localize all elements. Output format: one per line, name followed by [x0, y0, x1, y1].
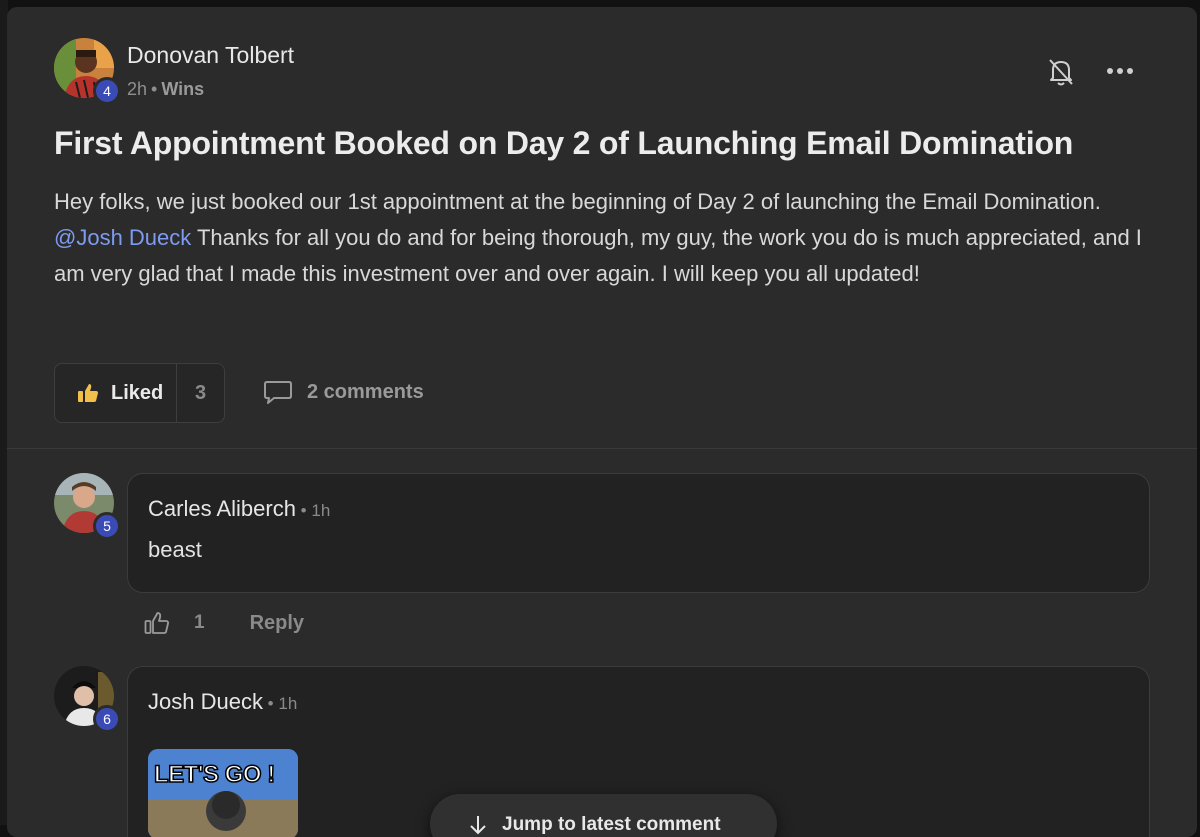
comment-time-separator: •: [295, 501, 312, 520]
like-count[interactable]: 3: [177, 382, 224, 405]
level-badge: 5: [93, 512, 121, 540]
level-badge: 4: [93, 77, 121, 105]
arrow-down-icon: [470, 816, 486, 835]
jump-to-latest-button[interactable]: Jump to latest comment: [430, 794, 777, 837]
level-badge: 6: [93, 705, 121, 733]
comment-text: beast: [148, 537, 202, 562]
like-button[interactable]: Liked: [55, 364, 177, 422]
post-time: 2h: [127, 79, 148, 99]
comment-bubble: Carles Aliberch • 1h beast: [127, 473, 1150, 593]
comment-author-name[interactable]: Carles Aliberch: [148, 496, 296, 521]
gif-caption: LET'S GO !: [153, 760, 276, 789]
post-body-text-continued: Thanks for all you do and for being thor…: [54, 225, 1142, 286]
mention-link[interactable]: @Josh Dueck: [54, 225, 191, 250]
comment-author: Josh Dueck • 1h: [148, 689, 297, 715]
reply-button[interactable]: Reply: [250, 612, 304, 635]
post-body: Hey folks, we just booked our 1st appoin…: [54, 184, 1149, 292]
gif-attachment[interactable]: LET'S GO !: [148, 749, 298, 837]
comments-count-label: 2 comments: [307, 380, 424, 403]
like-label: Liked: [111, 381, 164, 404]
commenter-avatar[interactable]: 6: [54, 666, 121, 733]
post-meta: 2h • Wins: [127, 79, 204, 100]
comment-like-count: 1: [194, 612, 205, 633]
meta-separator: •: [151, 79, 158, 99]
comment-time: 1h: [311, 501, 331, 520]
post-modal: 4 Donovan Tolbert 2h • Wins First Appointm…: [7, 7, 1197, 837]
divider: [7, 448, 1197, 449]
comment-time: 1h: [278, 694, 298, 713]
like-control: Liked 3: [54, 363, 225, 423]
author-avatar[interactable]: 4: [54, 38, 121, 105]
post-category[interactable]: Wins: [161, 79, 204, 99]
comment-author: Carles Aliberch • 1h: [148, 496, 330, 522]
comment-actions: 1 Reply: [144, 611, 304, 635]
post-body-text: Hey folks, we just booked our 1st appoin…: [54, 189, 1101, 214]
jump-to-latest-label: Jump to latest comment: [502, 814, 721, 835]
post-title: First Appointment Booked on Day 2 of Lau…: [54, 125, 1074, 161]
comment-author-name[interactable]: Josh Dueck: [148, 689, 263, 714]
bell-off-icon[interactable]: [1047, 57, 1075, 87]
thumbs-up-outline-icon[interactable]: [144, 611, 170, 635]
comment-time-separator: •: [262, 694, 279, 713]
author-name[interactable]: Donovan Tolbert: [127, 42, 294, 69]
thumbs-up-filled-icon: [78, 384, 98, 402]
comment-icon: [264, 381, 292, 404]
commenter-avatar[interactable]: 5: [54, 473, 121, 540]
more-options-icon[interactable]: [1105, 61, 1135, 81]
comments-button[interactable]: 2 comments: [263, 379, 424, 405]
